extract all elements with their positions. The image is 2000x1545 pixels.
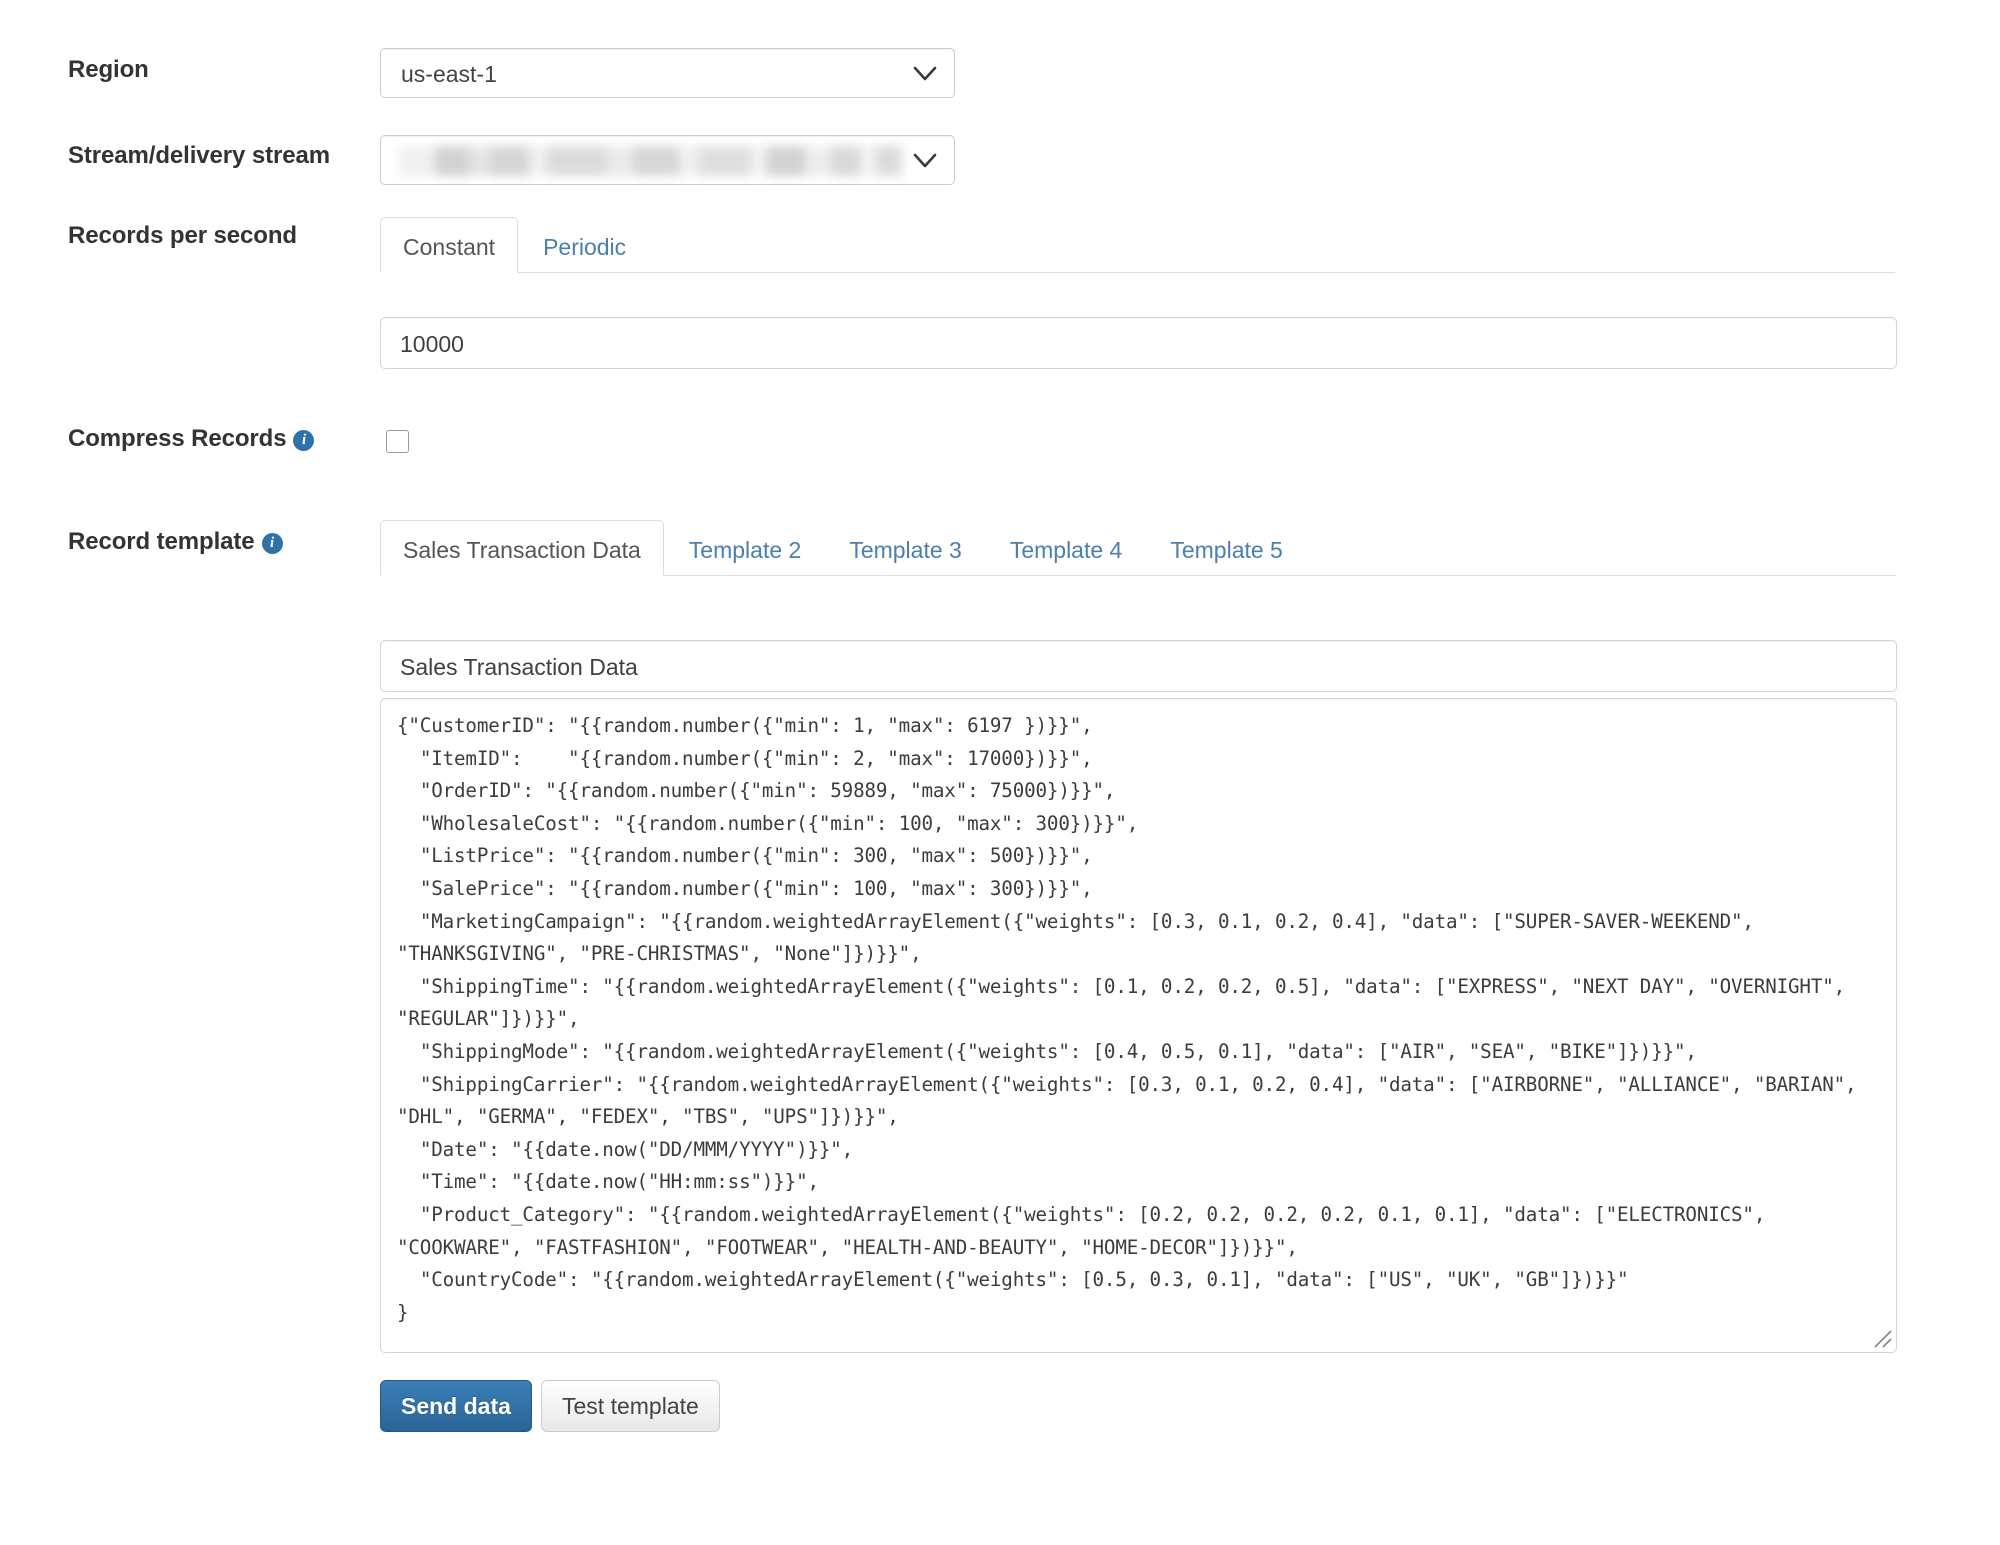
tab-constant[interactable]: Constant bbox=[380, 217, 519, 273]
region-selected-value: us-east-1 bbox=[401, 61, 497, 87]
records-per-second-input[interactable]: 10000 bbox=[380, 317, 1897, 369]
records-per-second-label: Records per second bbox=[68, 222, 297, 249]
record-template-label-text: Record template bbox=[68, 528, 255, 555]
rate-mode-tabs: Constant Periodic bbox=[380, 217, 1895, 273]
record-template-label: Record template i bbox=[68, 528, 368, 556]
tab-template-5[interactable]: Template 5 bbox=[1147, 520, 1306, 576]
record-template-body[interactable]: {"CustomerID": "{{random.number({"min": … bbox=[397, 710, 1882, 1329]
region-select[interactable]: us-east-1 bbox=[380, 48, 955, 98]
records-per-second-value: 10000 bbox=[400, 331, 464, 357]
record-template-textarea[interactable]: {"CustomerID": "{{random.number({"min": … bbox=[380, 698, 1897, 1353]
tab-sales-transaction-data-label: Sales Transaction Data bbox=[403, 537, 641, 563]
tab-sales-transaction-data[interactable]: Sales Transaction Data bbox=[380, 520, 664, 576]
info-icon[interactable]: i bbox=[293, 430, 315, 451]
info-icon[interactable]: i bbox=[261, 533, 283, 554]
tab-template-5-label: Template 5 bbox=[1170, 537, 1283, 563]
test-template-button[interactable]: Test template bbox=[541, 1380, 720, 1432]
template-name-input[interactable]: Sales Transaction Data bbox=[380, 640, 1897, 692]
tab-periodic[interactable]: Periodic bbox=[520, 217, 649, 273]
resize-grip-icon[interactable] bbox=[1871, 1327, 1893, 1349]
compress-records-label-text: Compress Records bbox=[68, 425, 287, 452]
tab-constant-label: Constant bbox=[403, 234, 496, 260]
record-template-tabs: Sales Transaction Data Template 2 Templa… bbox=[380, 520, 1896, 576]
template-name-value: Sales Transaction Data bbox=[400, 654, 638, 680]
region-label: Region bbox=[68, 56, 149, 83]
tab-template-3-label: Template 3 bbox=[849, 537, 962, 563]
chevron-down-icon bbox=[912, 150, 938, 172]
compress-records-label: Compress Records i bbox=[68, 425, 368, 453]
tab-template-4-label: Template 4 bbox=[1009, 537, 1123, 563]
tab-template-2-label: Template 2 bbox=[688, 537, 802, 563]
stream-select[interactable] bbox=[380, 135, 955, 185]
tab-template-4[interactable]: Template 4 bbox=[987, 520, 1146, 576]
redacted-stream-name bbox=[399, 146, 902, 176]
tab-periodic-label: Periodic bbox=[543, 234, 627, 260]
stream-label: Stream/delivery stream bbox=[68, 142, 330, 169]
tab-template-2[interactable]: Template 2 bbox=[666, 520, 825, 576]
chevron-down-icon bbox=[912, 63, 938, 85]
compress-records-checkbox[interactable] bbox=[386, 430, 409, 453]
tab-template-3[interactable]: Template 3 bbox=[826, 520, 985, 576]
kinesis-data-generator-form: Region us-east-1 Stream/delivery stream bbox=[0, 0, 2000, 1545]
send-data-button[interactable]: Send data bbox=[380, 1380, 532, 1432]
